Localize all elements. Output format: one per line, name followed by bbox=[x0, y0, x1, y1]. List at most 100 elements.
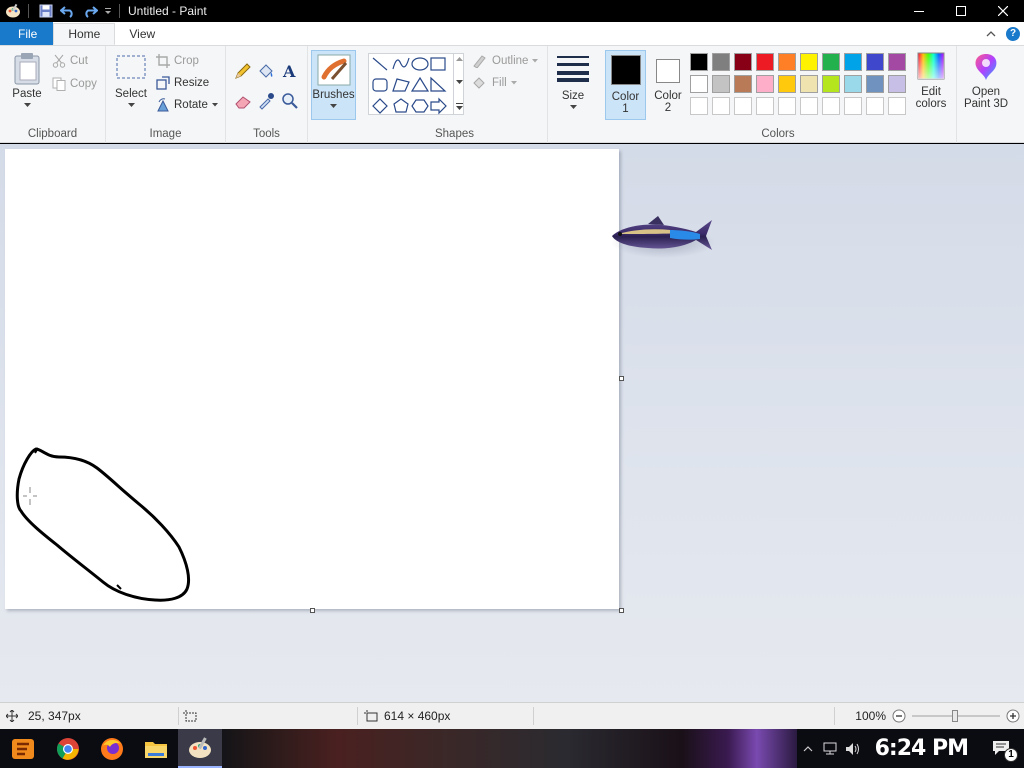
palette-swatch[interactable] bbox=[756, 75, 774, 93]
palette-custom-slot[interactable] bbox=[822, 97, 840, 115]
color1-button[interactable]: Color 1 bbox=[605, 50, 646, 120]
palette-custom-slot[interactable] bbox=[690, 97, 708, 115]
chevron-up-icon bbox=[455, 57, 463, 61]
palette-swatch[interactable] bbox=[866, 53, 884, 71]
zoom-out-icon[interactable] bbox=[892, 709, 906, 723]
palette-custom-slot[interactable] bbox=[778, 97, 796, 115]
crop-button[interactable]: Crop bbox=[156, 54, 199, 68]
text-tool[interactable]: A bbox=[281, 62, 299, 83]
palette-custom-slot[interactable] bbox=[844, 97, 862, 115]
taskbar-chrome[interactable] bbox=[46, 729, 90, 768]
resize-handle-right[interactable] bbox=[619, 376, 624, 381]
resize-button[interactable]: Resize bbox=[156, 76, 209, 90]
palette-swatch[interactable] bbox=[800, 53, 818, 71]
paste-button[interactable]: Paste bbox=[8, 52, 46, 108]
copy-button[interactable]: Copy bbox=[52, 77, 97, 91]
taskbar-clock[interactable]: 6:24 PM bbox=[875, 736, 969, 761]
palette-swatch[interactable] bbox=[756, 53, 774, 71]
zoom-slider[interactable] bbox=[912, 709, 1000, 723]
taskbar-paint[interactable] bbox=[178, 729, 222, 768]
zoom-in-icon[interactable] bbox=[1006, 709, 1020, 723]
palette-swatch[interactable] bbox=[712, 53, 730, 71]
fill-tool[interactable] bbox=[257, 62, 275, 83]
colors-group-label: Colors bbox=[761, 128, 795, 140]
pencil-tool[interactable] bbox=[234, 62, 252, 83]
move-cursor-icon bbox=[6, 710, 18, 722]
size-button[interactable]: Size bbox=[555, 54, 591, 110]
undo-icon[interactable] bbox=[57, 0, 79, 22]
palette-swatch[interactable] bbox=[844, 75, 862, 93]
palette-custom-slot[interactable] bbox=[712, 97, 730, 115]
color2-button[interactable]: Color 2 bbox=[650, 50, 686, 120]
palette-custom-slot[interactable] bbox=[756, 97, 774, 115]
tab-home[interactable]: Home bbox=[53, 23, 116, 45]
canvas-size: 614 × 460px bbox=[358, 703, 533, 730]
image-group-label: Image bbox=[149, 128, 182, 140]
palette-swatch[interactable] bbox=[844, 53, 862, 71]
select-label: Select bbox=[115, 88, 147, 100]
drawing-canvas[interactable] bbox=[5, 149, 619, 609]
close-button[interactable] bbox=[982, 0, 1024, 22]
palette-swatch[interactable] bbox=[690, 53, 708, 71]
tools-group: A Tools bbox=[226, 46, 308, 143]
zoom-slider-thumb[interactable] bbox=[952, 710, 958, 722]
select-button[interactable]: Select bbox=[112, 54, 150, 108]
help-icon[interactable]: ? bbox=[1006, 26, 1020, 41]
palette-custom-slot[interactable] bbox=[800, 97, 818, 115]
magnifier-tool[interactable] bbox=[281, 92, 299, 113]
shapes-gallery[interactable] bbox=[368, 53, 464, 115]
show-hidden-icons-chevron-icon[interactable] bbox=[803, 745, 813, 753]
eraser-tool[interactable] bbox=[234, 92, 252, 113]
palette-swatch[interactable] bbox=[800, 75, 818, 93]
palette-swatch[interactable] bbox=[734, 53, 752, 71]
chevron-down-icon bbox=[532, 59, 539, 63]
rotate-label: Rotate bbox=[174, 99, 208, 111]
palette-swatch[interactable] bbox=[734, 75, 752, 93]
window-controls bbox=[898, 0, 1024, 22]
svg-text:A: A bbox=[282, 62, 296, 80]
minimize-button[interactable] bbox=[898, 0, 940, 22]
notifications-button[interactable]: 1 bbox=[990, 736, 1018, 762]
canvas-size-icon bbox=[364, 710, 378, 722]
palette-custom-slot[interactable] bbox=[866, 97, 884, 115]
maximize-button[interactable] bbox=[940, 0, 982, 22]
tab-view[interactable]: View bbox=[115, 22, 169, 45]
palette-swatch[interactable] bbox=[888, 75, 906, 93]
palette-swatch[interactable] bbox=[822, 53, 840, 71]
fill-button[interactable]: Fill bbox=[472, 76, 517, 90]
taskbar-start-app[interactable] bbox=[0, 729, 46, 768]
outline-button[interactable]: Outline bbox=[472, 54, 539, 68]
color2-label: Color bbox=[654, 90, 682, 102]
redo-icon[interactable] bbox=[79, 0, 101, 22]
brushes-button[interactable]: Brushes bbox=[311, 50, 356, 120]
edit-colors-button[interactable]: Edit colors bbox=[911, 52, 951, 110]
paste-label: Paste bbox=[12, 88, 42, 100]
paint3d-label-2: Paint 3D bbox=[963, 98, 1009, 110]
resize-handle-corner[interactable] bbox=[619, 608, 624, 613]
customize-qa-dropdown-icon[interactable] bbox=[101, 0, 115, 22]
tab-file[interactable]: File bbox=[0, 22, 54, 45]
save-icon[interactable] bbox=[35, 0, 57, 22]
open-paint3d-button[interactable]: Open Paint 3D bbox=[960, 52, 1012, 110]
paint-app-icon[interactable] bbox=[2, 0, 24, 22]
palette-swatch[interactable] bbox=[690, 75, 708, 93]
crop-label: Crop bbox=[174, 55, 199, 67]
volume-icon[interactable] bbox=[845, 742, 861, 756]
shapes-scroll[interactable] bbox=[453, 53, 464, 115]
palette-swatch[interactable] bbox=[822, 75, 840, 93]
palette-swatch[interactable] bbox=[888, 53, 906, 71]
palette-swatch[interactable] bbox=[778, 75, 796, 93]
network-icon[interactable] bbox=[821, 742, 837, 756]
cut-button[interactable]: Cut bbox=[52, 54, 88, 68]
color-picker-tool[interactable] bbox=[257, 92, 275, 113]
resize-handle-bottom[interactable] bbox=[310, 608, 315, 613]
palette-custom-slot[interactable] bbox=[888, 97, 906, 115]
taskbar-file-explorer[interactable] bbox=[134, 729, 178, 768]
rotate-button[interactable]: Rotate bbox=[156, 98, 218, 112]
palette-swatch[interactable] bbox=[778, 53, 796, 71]
palette-swatch[interactable] bbox=[866, 75, 884, 93]
taskbar-firefox[interactable] bbox=[90, 729, 134, 768]
collapse-ribbon-icon[interactable] bbox=[986, 30, 996, 38]
palette-custom-slot[interactable] bbox=[734, 97, 752, 115]
palette-swatch[interactable] bbox=[712, 75, 730, 93]
